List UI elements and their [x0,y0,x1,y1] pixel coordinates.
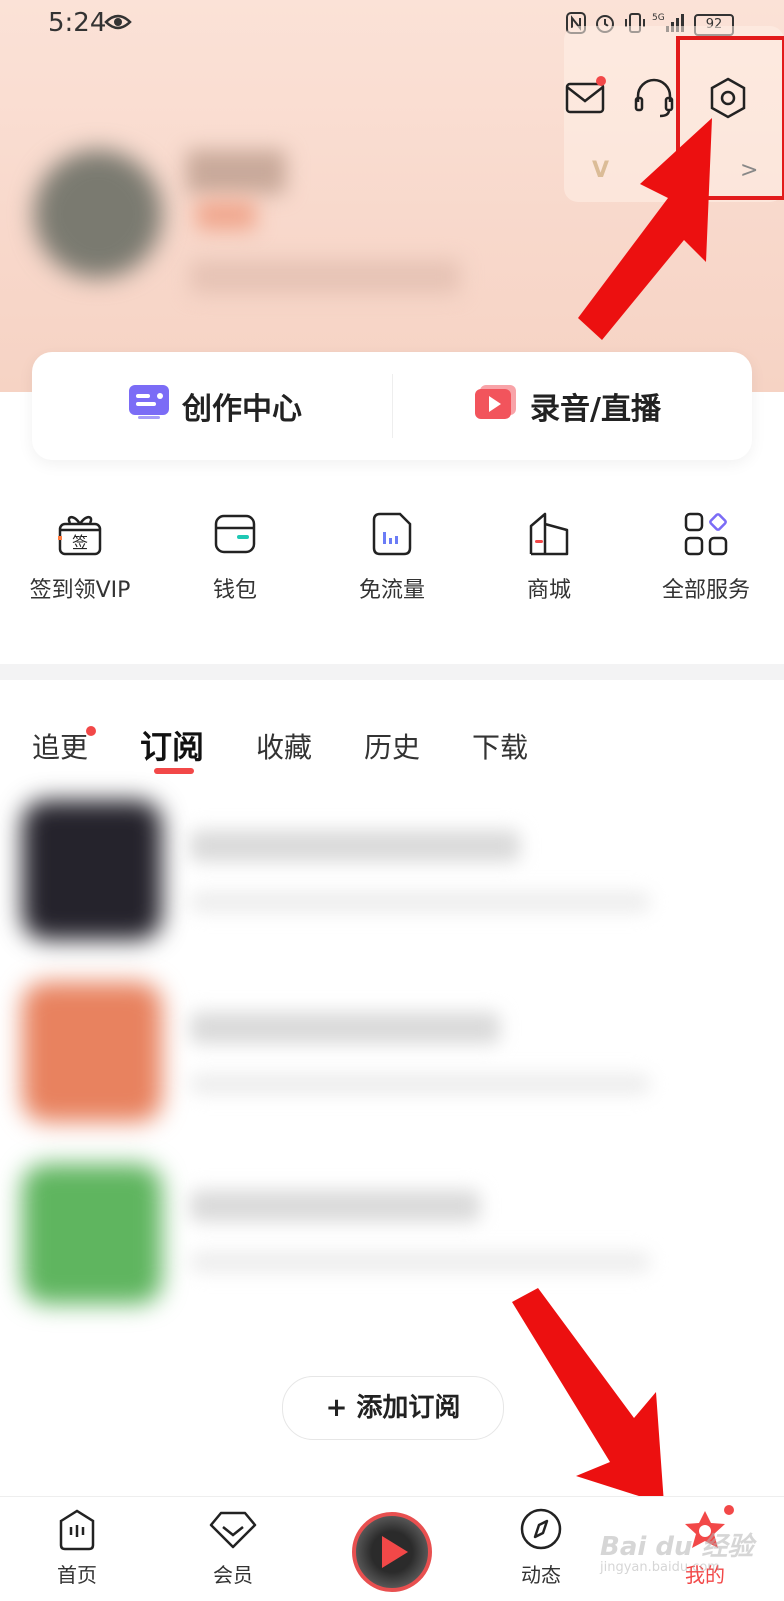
tab-badge-dot [86,726,96,736]
title-placeholder [190,1190,480,1222]
creator-action-card: 创作中心 录音/直播 [32,352,752,460]
content-tabs: 追更 订阅 收藏 历史 下载 [0,714,784,784]
creator-center-icon [128,383,170,429]
annotation-arrow-down [512,1288,664,1504]
all-services-icon [682,510,730,558]
record-live-button[interactable]: 录音/直播 [474,352,661,460]
tab-downloads[interactable]: 下载 [472,726,528,766]
compass-icon [519,1508,563,1555]
album-cover [22,982,162,1122]
tab-follow-updates[interactable]: 追更 [32,726,88,766]
tabbar-badge-dot [724,1505,734,1515]
svg-text:签: 签 [72,533,88,552]
subtitle-placeholder [190,892,650,912]
service-wallet[interactable]: 钱包 [157,510,313,604]
section-divider [0,664,784,680]
service-all[interactable]: 全部服务 [628,510,784,604]
subtitle-placeholder [190,1252,650,1272]
add-subscription-button[interactable]: + 添加订阅 [282,1376,504,1440]
creator-center-label: 创作中心 [182,392,302,427]
vip-diamond-icon [209,1511,257,1555]
watermark-url: jingyan.baidu.com [600,1560,720,1575]
home-icon [55,1509,99,1555]
data-free-icon [368,510,416,558]
record-live-icon [474,383,518,429]
album-cover [22,800,162,940]
wallet-icon [211,510,259,558]
tabbar-feed[interactable]: 动态 [496,1507,586,1588]
service-store[interactable]: 商城 [471,510,627,604]
subtitle-placeholder [190,1074,650,1094]
service-label: 免流量 [358,578,425,603]
creator-center-button[interactable]: 创作中心 [128,352,302,460]
tabbar-label: 首页 [57,1563,97,1587]
service-sign-vip[interactable]: 签 签到领VIP [2,510,158,604]
tab-history[interactable]: 历史 [364,726,420,766]
tabbar-home[interactable]: 首页 [32,1507,122,1588]
tabbar-label: 会员 [213,1563,253,1587]
tab-subscriptions[interactable]: 订阅 [140,722,204,768]
service-label: 签到领VIP [29,578,131,603]
play-icon [382,1536,408,1568]
action-divider [392,374,393,438]
service-label: 商城 [526,578,571,603]
service-label: 全部服务 [661,578,750,603]
watermark-logo: Bai du 经验 [600,1532,754,1562]
title-placeholder [190,1012,500,1044]
service-data-free[interactable]: 免流量 [314,510,470,604]
services-row: 签 签到领VIP 钱包 免流量 商城 全部服务 [0,510,784,630]
tabbar-vip[interactable]: 会员 [188,1507,278,1588]
service-label: 钱包 [212,578,257,603]
album-cover [22,1164,162,1304]
active-tab-indicator [154,768,194,774]
record-live-label: 录音/直播 [530,392,661,427]
store-icon [525,510,573,558]
annotation-arrow-up [578,118,712,340]
tab-favorites[interactable]: 收藏 [256,726,312,766]
tabbar-label: 动态 [521,1563,561,1587]
gift-sign-icon: 签 [56,510,104,558]
title-placeholder [190,830,520,862]
